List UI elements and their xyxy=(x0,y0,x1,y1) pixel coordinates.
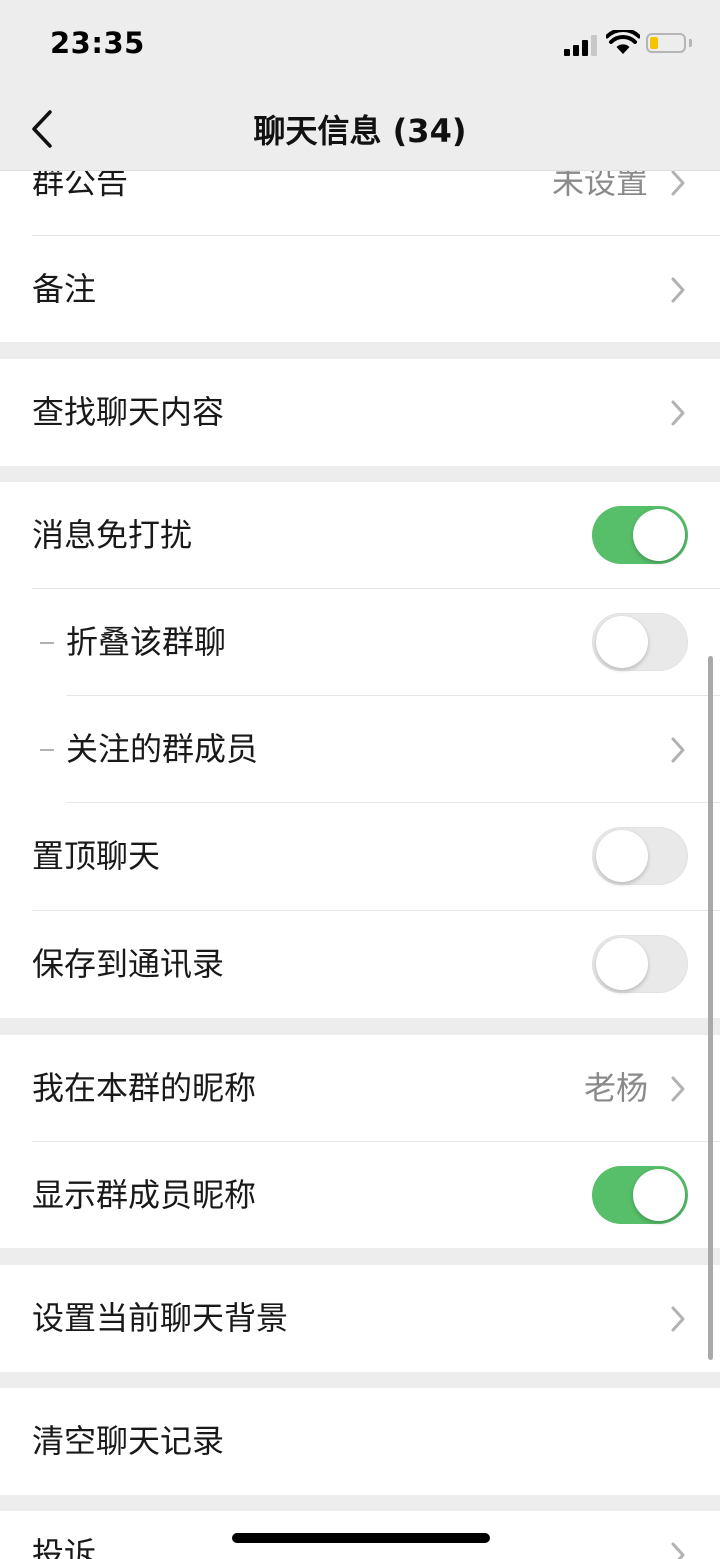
status-time: 23:35 xyxy=(50,26,145,60)
search-history-label: 查找聊天内容 xyxy=(32,393,225,431)
fold-group-label: 折叠该群聊 xyxy=(66,623,227,661)
group-nickname: 我在本群的昵称 老杨 显示群成员昵称 xyxy=(0,1035,720,1248)
battery-fill xyxy=(650,37,658,49)
group-search: 查找聊天内容 xyxy=(0,359,720,466)
followed-members-label: 关注的群成员 xyxy=(66,730,259,768)
remark-label: 备注 xyxy=(32,270,97,308)
row-show-nicknames: 显示群成员昵称 xyxy=(0,1142,720,1249)
row-remark[interactable]: 备注 xyxy=(0,236,720,343)
home-indicator[interactable] xyxy=(232,1533,490,1543)
sub-item-dash-icon xyxy=(40,749,54,751)
pin-chat-label: 置顶聊天 xyxy=(32,837,161,875)
row-set-background[interactable]: 设置当前聊天背景 xyxy=(0,1265,720,1372)
complaint-label: 投诉 xyxy=(32,1535,97,1559)
chevron-right-icon xyxy=(671,1306,685,1332)
row-pin-chat: 置顶聊天 xyxy=(0,803,720,910)
show-nicknames-label: 显示群成员昵称 xyxy=(32,1176,257,1214)
row-my-nickname[interactable]: 我在本群的昵称 老杨 xyxy=(0,1035,720,1142)
show-nicknames-toggle[interactable] xyxy=(592,1166,688,1224)
mute-toggle[interactable] xyxy=(592,506,688,564)
page-title: 聊天信息 (34) xyxy=(253,112,467,150)
cellular-signal-icon xyxy=(564,34,600,56)
scrollbar[interactable] xyxy=(708,656,713,1360)
save-contacts-label: 保存到通讯录 xyxy=(32,945,225,983)
row-followed-members[interactable]: 关注的群成员 xyxy=(0,696,720,803)
toggle-knob xyxy=(596,616,648,668)
row-clear-history[interactable]: 清空聊天记录 xyxy=(0,1388,720,1495)
chevron-right-icon xyxy=(671,1076,685,1102)
row-save-contacts: 保存到通讯录 xyxy=(0,911,720,1018)
clear-history-label: 清空聊天记录 xyxy=(32,1422,225,1460)
toggle-knob xyxy=(596,938,648,990)
set-background-label: 设置当前聊天背景 xyxy=(32,1299,289,1337)
fold-group-toggle[interactable] xyxy=(592,613,688,671)
toggle-knob xyxy=(633,509,685,561)
chevron-right-icon xyxy=(671,1542,685,1559)
group-clear: 清空聊天记录 xyxy=(0,1388,720,1495)
wifi-icon xyxy=(606,30,640,54)
sub-item-dash-icon xyxy=(40,642,54,644)
battery-icon xyxy=(646,33,686,53)
chevron-right-icon xyxy=(671,400,685,426)
save-contacts-toggle[interactable] xyxy=(592,935,688,993)
toggle-knob xyxy=(596,830,648,882)
toggle-knob xyxy=(633,1169,685,1221)
mute-label: 消息免打扰 xyxy=(32,516,193,554)
chevron-right-icon xyxy=(671,737,685,763)
my-nickname-value: 老杨 xyxy=(583,1069,648,1107)
status-bar: 23:35 xyxy=(0,0,720,88)
chevron-right-icon xyxy=(671,277,685,303)
chevron-right-icon xyxy=(671,170,685,196)
nav-bar: 聊天信息 (34) xyxy=(0,88,720,171)
row-search-history[interactable]: 查找聊天内容 xyxy=(0,359,720,466)
pin-chat-toggle[interactable] xyxy=(592,827,688,885)
group-background: 设置当前聊天背景 xyxy=(0,1265,720,1372)
row-fold-group: 折叠该群聊 xyxy=(0,589,720,696)
row-mute: 消息免打扰 xyxy=(0,482,720,589)
group-chat-options: 消息免打扰 折叠该群聊 关注的群成员 置顶聊天 保存到通讯录 xyxy=(0,482,720,1018)
my-nickname-label: 我在本群的昵称 xyxy=(32,1069,257,1107)
battery-tip xyxy=(689,39,692,47)
